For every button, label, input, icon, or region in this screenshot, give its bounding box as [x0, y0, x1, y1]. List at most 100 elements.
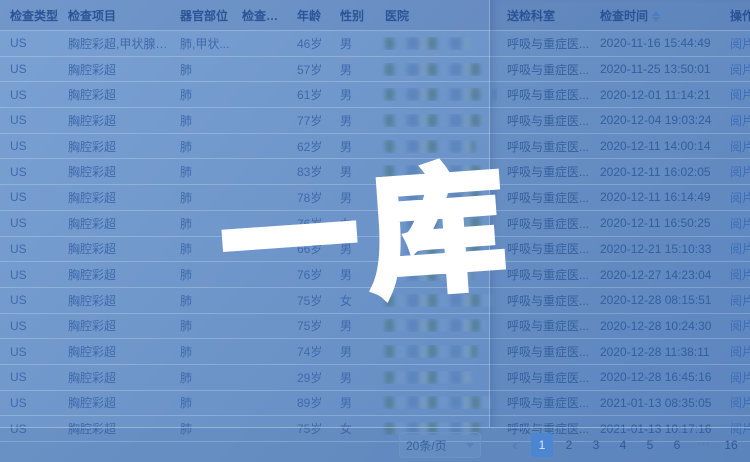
column-header-method: 检查方法 — [232, 7, 287, 24]
cell-exam-item: 胸腔彩超 — [58, 61, 170, 78]
page-button-4[interactable]: 4 — [612, 433, 634, 457]
action-view-link[interactable]: 阅片 — [730, 88, 750, 102]
action-view-link[interactable]: 阅片 — [730, 217, 750, 231]
action-view-link[interactable]: 阅片 — [730, 191, 750, 205]
table-header-row: 检查类型检查项目器官部位检查方法年龄性别医院送检科室检查时间操作 — [0, 0, 750, 31]
page-button-3[interactable]: 3 — [585, 433, 607, 457]
cell-exam-item: 胸腔彩超 — [58, 317, 170, 334]
cell-hospital — [375, 371, 497, 384]
cell-exam-type: US — [0, 62, 58, 76]
cell-action: 阅片 — [720, 163, 750, 180]
hospital-redacted-bar — [385, 319, 487, 332]
cell-organ: 肺 — [170, 61, 232, 78]
cell-hospital — [375, 37, 497, 50]
cell-exam-type: US — [0, 88, 58, 102]
cell-exam-type: US — [0, 396, 58, 410]
cell-organ: 肺 — [170, 266, 232, 283]
cell-exam-item: 胸腔彩超 — [58, 266, 170, 283]
action-view-link[interactable]: 阅片 — [730, 114, 750, 128]
sort-carets-icon[interactable] — [652, 10, 660, 23]
cell-exam-item: 胸腔彩超 — [58, 189, 170, 206]
cell-action: 阅片 — [720, 266, 750, 283]
cell-exam-type: US — [0, 190, 58, 204]
cell-gender: 男 — [330, 317, 375, 334]
column-header-gender: 性别 — [330, 7, 375, 24]
cell-exam-item: 胸腔彩超 — [58, 112, 170, 129]
cell-organ: 肺 — [170, 317, 232, 334]
cell-action: 阅片 — [720, 292, 750, 309]
cell-exam-time: 2020-12-11 16:14:49 — [590, 190, 720, 204]
cell-exam-time: 2020-12-28 11:38:11 — [590, 345, 720, 359]
cell-organ: 肺 — [170, 86, 232, 103]
cell-age: 74岁 — [287, 343, 330, 360]
cell-age: 61岁 — [287, 86, 330, 103]
pagination-bar: 20条/页 ‹ 123456•••16 — [0, 427, 750, 462]
column-header-type: 检查类型 — [0, 7, 58, 24]
column-header-time[interactable]: 检查时间 — [590, 7, 720, 24]
watermark-text: 一库 — [217, 145, 557, 328]
cell-exam-item: 胸腔彩超 — [58, 292, 170, 309]
action-view-link[interactable]: 阅片 — [730, 319, 750, 333]
column-header-hospital: 医院 — [375, 7, 497, 24]
cell-exam-item: 胸腔彩超 — [58, 138, 170, 155]
action-view-link[interactable]: 阅片 — [730, 345, 750, 359]
more-pages-indicator[interactable]: ••• — [693, 433, 715, 457]
sort-asc-icon[interactable] — [652, 11, 660, 16]
cell-hospital — [375, 63, 497, 76]
sort-desc-icon[interactable] — [652, 17, 660, 22]
table-row: US胸腔彩超肺89岁男呼吸与重症医...2021-01-13 08:35:05阅… — [0, 391, 750, 417]
table-row: US胸腔彩超肺29岁男呼吸与重症医...2020-12-28 16:45:16阅… — [0, 365, 750, 391]
page-number-list: 123456•••16 — [531, 433, 742, 457]
cell-hospital — [375, 114, 497, 127]
cell-gender: 男 — [330, 35, 375, 52]
column-header-item: 检查项目 — [58, 7, 170, 24]
cell-exam-type: US — [0, 165, 58, 179]
cell-exam-time: 2020-11-25 13:50:01 — [590, 62, 720, 76]
cell-exam-time: 2020-11-16 15:44:49 — [590, 36, 720, 50]
column-header-age: 年龄 — [287, 7, 330, 24]
action-view-link[interactable]: 阅片 — [730, 294, 750, 308]
column-header-action: 操作 — [720, 7, 750, 24]
cell-action: 阅片 — [720, 343, 750, 360]
cell-organ: 肺,甲状... — [170, 35, 232, 52]
cell-department: 呼吸与重症医... — [497, 61, 590, 78]
action-view-link[interactable]: 阅片 — [730, 165, 750, 179]
action-view-link[interactable]: 阅片 — [730, 37, 750, 51]
cell-exam-item: 胸腔彩超 — [58, 394, 170, 411]
cell-organ: 肺 — [170, 394, 232, 411]
cell-hospital — [375, 319, 497, 332]
cell-exam-type: US — [0, 345, 58, 359]
cell-exam-time: 2020-12-28 16:45:16 — [590, 370, 720, 384]
cell-age: 57岁 — [287, 61, 330, 78]
action-view-link[interactable]: 阅片 — [730, 396, 750, 410]
cell-department: 呼吸与重症医... — [497, 394, 590, 411]
page-button-5[interactable]: 5 — [639, 433, 661, 457]
page-button-6[interactable]: 6 — [666, 433, 688, 457]
cell-organ: 肺 — [170, 138, 232, 155]
action-view-link[interactable]: 阅片 — [730, 140, 750, 154]
prev-page-button[interactable]: ‹ — [504, 433, 526, 457]
cell-exam-time: 2020-12-01 11:14:21 — [590, 88, 720, 102]
action-view-link[interactable]: 阅片 — [730, 63, 750, 77]
cell-action: 阅片 — [720, 35, 750, 52]
cell-age: 77岁 — [287, 112, 330, 129]
cell-exam-item: 胸腔彩超 — [58, 163, 170, 180]
page-size-select[interactable]: 20条/页 — [399, 432, 481, 458]
cell-gender: 男 — [330, 369, 375, 386]
action-view-link[interactable]: 阅片 — [730, 242, 750, 256]
cell-organ: 肺 — [170, 369, 232, 386]
table-row: US胸腔彩超,甲状腺彩超肺,甲状...46岁男呼吸与重症医...2020-11-… — [0, 31, 750, 57]
cell-hospital — [375, 345, 497, 358]
cell-exam-type: US — [0, 370, 58, 384]
action-view-link[interactable]: 阅片 — [730, 371, 750, 385]
cell-exam-time: 2020-12-11 16:02:05 — [590, 165, 720, 179]
action-view-link[interactable]: 阅片 — [730, 268, 750, 282]
exam-list-screen: 检查类型检查项目器官部位检查方法年龄性别医院送检科室检查时间操作 US胸腔彩超,… — [0, 0, 750, 462]
page-button-1[interactable]: 1 — [531, 433, 553, 457]
cell-action: 阅片 — [720, 317, 750, 334]
cell-age: 29岁 — [287, 369, 330, 386]
page-button-16[interactable]: 16 — [720, 433, 742, 457]
page-button-2[interactable]: 2 — [558, 433, 580, 457]
cell-exam-item: 胸腔彩超 — [58, 215, 170, 232]
chevron-down-icon — [466, 443, 474, 448]
